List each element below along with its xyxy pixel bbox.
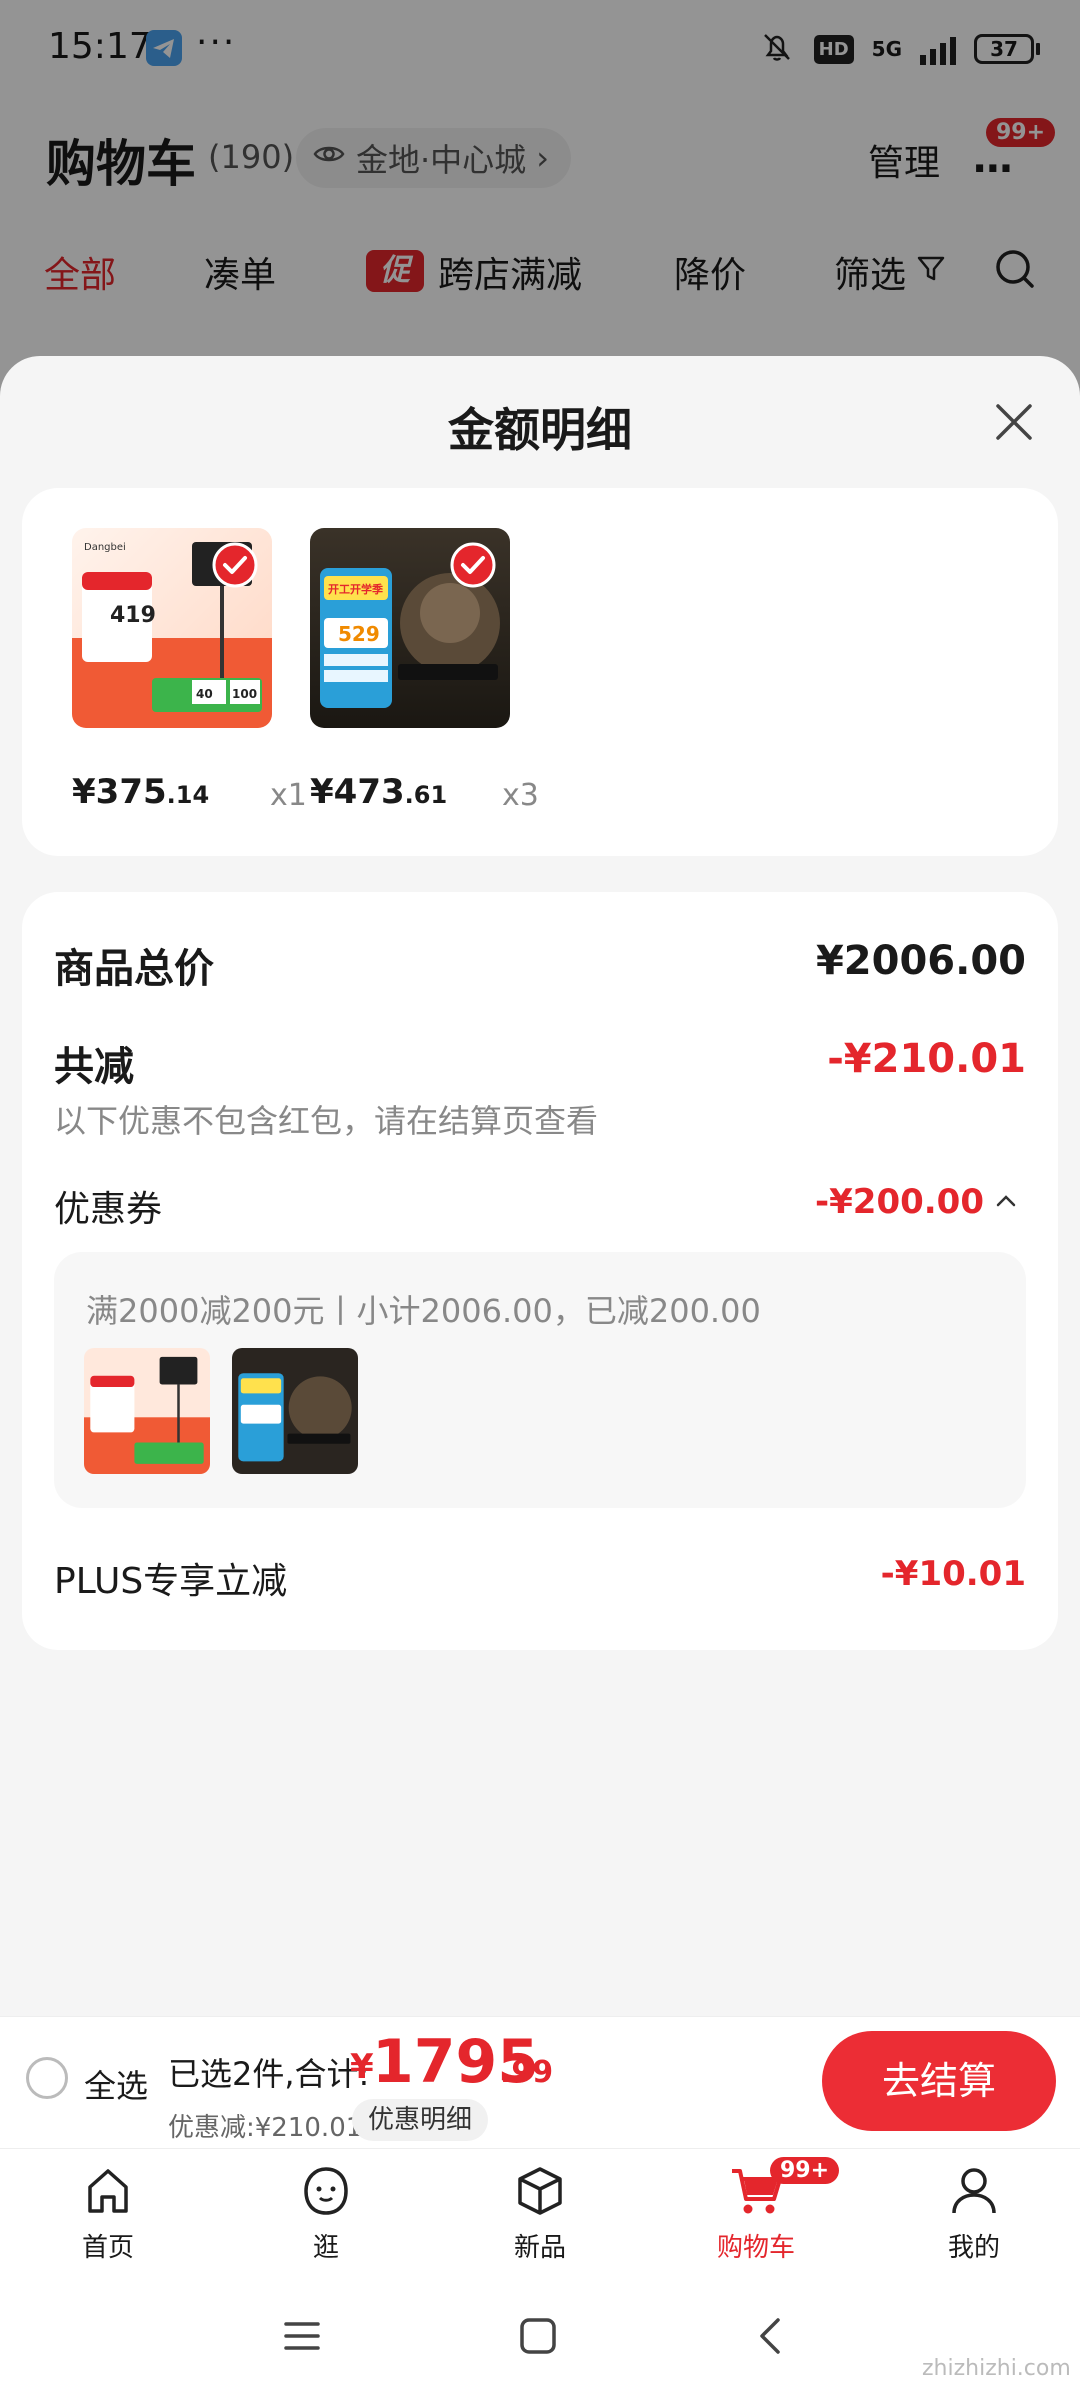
coupon-product-image [84,1348,210,1474]
product-thumb-tag: 100 [232,687,257,701]
nav-label: 逛 [312,2233,339,2263]
reduction-note: 以下优惠不包含红包，请在结算页查看 [54,1102,599,1140]
total-price-label: 商品总价 [54,946,214,992]
select-all-checkbox[interactable] [26,2057,68,2099]
nav-item-new[interactable]: 新品 [470,2161,610,2264]
product-quantity: x1 [270,778,307,813]
chevron-up-icon [994,1182,1018,1222]
coupon-label: 优惠券 [54,1189,163,1230]
nav-item-cart[interactable]: 99+ 购物车 [686,2157,840,2264]
total-price-value: ¥2006.00 [815,938,1026,984]
back-icon[interactable] [748,2312,796,2364]
nav-label: 首页 [81,2233,134,2263]
menu-icon[interactable] [278,2312,326,2364]
price-summary-card: 商品总价 ¥2006.00 共减 -¥210.01 以下优惠不包含红包，请在结算… [22,892,1058,1650]
discount-summary: 优惠减:¥210.01 [168,2113,363,2143]
discount-detail-button[interactable]: 优惠明细 [352,2099,489,2141]
sheet-title: 金额明细 [448,403,632,457]
nav-item-profile[interactable]: 我的 [904,2161,1044,2264]
total-reduction-label: 共减 [54,1044,134,1090]
nav-label: 新品 [513,2233,566,2263]
cart-badge: 99+ [770,2157,840,2184]
checkout-bar: 全选 已选2件,合计: ¥ 1795 .99 优惠减:¥210.01 优惠明细 … [0,2016,1080,2148]
coupon-rule: 满2000减200元丨小计2006.00，已减200.00 [86,1292,761,1330]
checkout-button[interactable]: 去结算 [822,2031,1056,2131]
amount-detail-sheet: 金额明细 Dangbei 419 40 100 ¥375.14 x1 开工开学季… [0,356,1080,2016]
box-icon [518,2167,562,2215]
product-list-card: Dangbei 419 40 100 ¥375.14 x1 开工开学季 529 … [22,488,1058,856]
total-amount-dec: .99 [500,2055,554,2090]
product-image: 开工开学季 529 [310,528,510,728]
coupon-product-image [232,1348,358,1474]
bottom-nav: 首页 逛 新品 99+ 购物车 我的 [0,2148,1080,2272]
checked-icon [212,542,258,588]
coupon-value: -¥200.00 [815,1182,984,1222]
select-all-label[interactable]: 全选 [84,2061,148,2107]
product-image: Dangbei 419 40 100 [72,528,272,728]
product-thumb-tag: 40 [196,687,213,701]
watermark: zhizhizhi.com [922,2356,1071,2381]
checked-icon [450,542,496,588]
close-icon[interactable] [990,398,1038,446]
user-icon [952,2168,996,2214]
product-brand-logo: Dangbei [84,542,126,553]
system-nav-bar [0,2272,1080,2400]
home-icon [88,2169,128,2213]
plus-discount-value: -¥10.01 [880,1554,1026,1594]
nav-item-browse[interactable]: 逛 [256,2161,396,2264]
product-price: ¥375.14 [72,772,210,812]
plus-discount-label: PLUS专享立减 [54,1561,288,1602]
coupon-toggle[interactable]: -¥200.00 [815,1182,1018,1222]
face-icon [304,2167,348,2215]
coupon-detail-box: 满2000减200元丨小计2006.00，已减200.00 [54,1252,1026,1508]
selected-summary: 已选2件,合计: [168,2055,370,2093]
nav-label: 我的 [947,2233,1000,2263]
product-thumb-banner: 开工开学季 [328,582,384,596]
product-price: ¥473.61 [310,772,448,812]
nav-label: 购物车 [716,2233,795,2263]
total-reduction-value: -¥210.01 [827,1036,1026,1082]
home-square-icon[interactable] [514,2312,562,2364]
product-thumb-price: 529 [338,622,380,646]
total-currency: ¥ [350,2047,374,2087]
nav-item-home[interactable]: 首页 [38,2161,178,2264]
product-quantity: x3 [502,778,539,813]
product-thumb-price: 419 [110,603,156,628]
